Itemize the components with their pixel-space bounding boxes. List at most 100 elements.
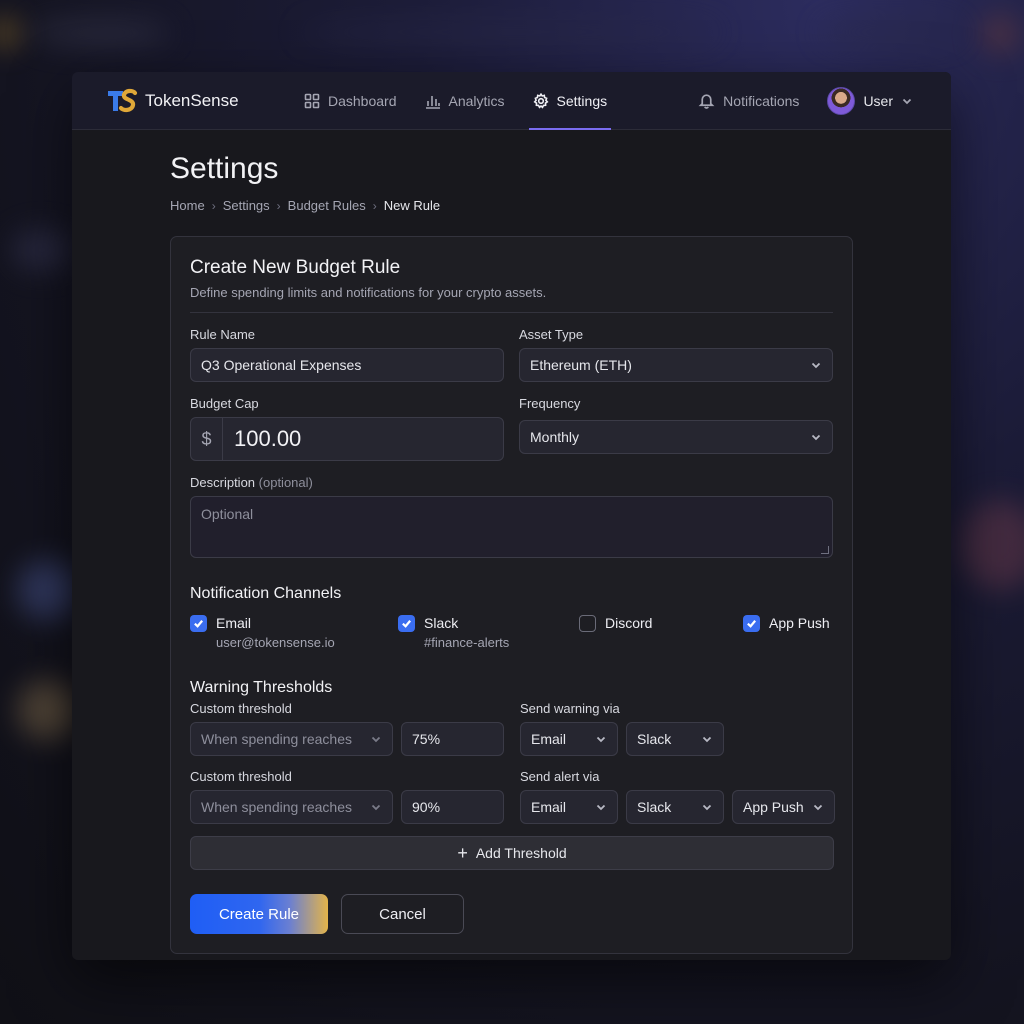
chevron-right-icon: › xyxy=(211,198,216,213)
plus-icon: + xyxy=(457,843,468,863)
checkbox-discord[interactable] xyxy=(579,615,596,632)
optional-note: (optional) xyxy=(258,475,313,490)
warning-thresholds-title: Warning Thresholds xyxy=(190,679,333,696)
condition-value: When spending reaches xyxy=(201,731,352,747)
top-navbar: TokenSense Dashboard Analytics Settings … xyxy=(72,72,951,130)
nav-item-analytics[interactable]: Analytics xyxy=(411,72,519,130)
budget-cap-input[interactable]: $ 100.00 xyxy=(190,417,504,461)
via-value: Slack xyxy=(637,731,672,747)
notification-channels: Email user@tokensense.io Slack #finance-… xyxy=(190,615,833,655)
check-icon xyxy=(194,620,204,628)
avatar xyxy=(827,86,856,115)
channel-email[interactable]: Email user@tokensense.io xyxy=(190,615,335,650)
check-icon xyxy=(747,620,757,628)
frequency-select[interactable]: Monthly xyxy=(519,420,833,454)
chevron-down-icon xyxy=(902,98,912,104)
resize-handle-icon[interactable] xyxy=(821,546,829,554)
card-title: Create New Budget Rule xyxy=(190,257,401,278)
tokensense-logo-icon xyxy=(108,88,138,112)
channel-name: App Push xyxy=(769,615,830,631)
nav-item-dashboard[interactable]: Dashboard xyxy=(290,72,411,130)
brand[interactable]: TokenSense xyxy=(106,88,276,114)
create-rule-card: Create New Budget Rule Define spending l… xyxy=(170,236,853,954)
chevron-right-icon: › xyxy=(276,198,281,213)
via-value: Slack xyxy=(637,799,672,815)
channel-name: Email xyxy=(216,615,252,631)
divider xyxy=(190,312,833,313)
frequency-label: Frequency xyxy=(519,396,581,411)
budget-cap-value: 100.00 xyxy=(234,426,302,451)
check-icon xyxy=(402,620,412,628)
nav-item-settings[interactable]: Settings xyxy=(519,72,622,130)
breadcrumb-settings[interactable]: Settings xyxy=(223,198,270,213)
currency-symbol: $ xyxy=(191,418,223,460)
checkbox-app-push[interactable] xyxy=(743,615,760,632)
chevron-down-icon xyxy=(811,362,821,369)
via-value: Email xyxy=(531,731,567,747)
bell-icon xyxy=(698,94,715,109)
percent-value: 75% xyxy=(412,731,441,747)
app-window: TokenSense Dashboard Analytics Settings … xyxy=(72,72,951,960)
asset-type-label: Asset Type xyxy=(519,327,584,342)
user-label: User xyxy=(863,92,893,109)
breadcrumb-home[interactable]: Home xyxy=(170,198,205,213)
chevron-down-icon xyxy=(596,804,606,811)
threshold-condition-select[interactable]: When spending reaches xyxy=(190,790,393,824)
channel-slack[interactable]: Slack #finance-alerts xyxy=(398,615,509,650)
chevron-down-icon xyxy=(813,804,823,811)
rule-name-label: Rule Name xyxy=(190,327,256,342)
brand-name: TokenSense xyxy=(145,90,239,110)
chevron-right-icon: › xyxy=(372,198,377,213)
channel-discord[interactable]: Discord xyxy=(579,615,652,632)
channel-name: Discord xyxy=(605,615,653,631)
condition-value: When spending reaches xyxy=(201,799,352,815)
add-threshold-label: Add Threshold xyxy=(475,845,567,861)
page-title: Settings xyxy=(170,152,279,185)
notifications-button[interactable]: Notifications xyxy=(698,92,799,109)
asset-type-select[interactable]: Ethereum (ETH) xyxy=(519,348,833,382)
breadcrumb-budget-rules[interactable]: Budget Rules xyxy=(288,198,366,213)
add-threshold-button[interactable]: + Add Threshold xyxy=(190,836,834,870)
bar-chart-icon xyxy=(425,95,440,109)
channel-detail: #finance-alerts xyxy=(424,635,510,650)
checkbox-email[interactable] xyxy=(190,615,207,632)
threshold-label: Custom threshold xyxy=(190,769,292,784)
rule-name-value: Q3 Operational Expenses xyxy=(201,357,362,373)
description-placeholder: Optional xyxy=(201,506,254,522)
chevron-down-icon xyxy=(702,804,712,811)
description-textarea[interactable]: Optional xyxy=(190,496,833,558)
card-subtitle: Define spending limits and notifications… xyxy=(190,285,547,300)
checkbox-slack[interactable] xyxy=(398,615,415,632)
grid-icon xyxy=(304,93,320,108)
threshold-percent-input[interactable]: 75% xyxy=(401,722,504,756)
threshold-condition-select[interactable]: When spending reaches xyxy=(190,722,393,756)
create-rule-button[interactable]: Create Rule xyxy=(190,894,328,934)
via-select-slack[interactable]: Slack xyxy=(626,790,724,824)
via-label: Send alert via xyxy=(520,769,600,784)
chevron-down-icon xyxy=(596,736,606,743)
gear-icon xyxy=(533,92,549,109)
budget-cap-label: Budget Cap xyxy=(190,396,259,411)
nav-label: Dashboard xyxy=(328,92,397,109)
cancel-button[interactable]: Cancel xyxy=(341,894,464,934)
main-nav: Dashboard Analytics Settings xyxy=(290,72,621,130)
via-select-app-push[interactable]: App Push xyxy=(732,790,835,824)
threshold-percent-input[interactable]: 90% xyxy=(401,790,504,824)
via-select-email[interactable]: Email xyxy=(520,790,618,824)
via-select-slack[interactable]: Slack xyxy=(626,722,724,756)
user-menu[interactable]: User xyxy=(827,86,913,115)
via-select-email[interactable]: Email xyxy=(520,722,618,756)
threshold-label: Custom threshold xyxy=(190,701,292,716)
nav-label: Analytics xyxy=(448,92,505,109)
channel-app-push[interactable]: App Push xyxy=(743,615,830,632)
breadcrumb: Home › Settings › Budget Rules › New Rul… xyxy=(170,198,951,213)
chevron-down-icon xyxy=(371,736,381,743)
channel-detail: user@tokensense.io xyxy=(216,635,335,650)
via-value: App Push xyxy=(743,799,804,815)
description-label-text: Description xyxy=(190,475,256,490)
channel-name: Slack xyxy=(424,615,459,631)
description-label: Description (optional) xyxy=(190,475,833,490)
rule-name-input[interactable]: Q3 Operational Expenses xyxy=(190,348,504,382)
nav-label: Settings xyxy=(556,92,608,109)
via-value: Email xyxy=(531,799,567,815)
